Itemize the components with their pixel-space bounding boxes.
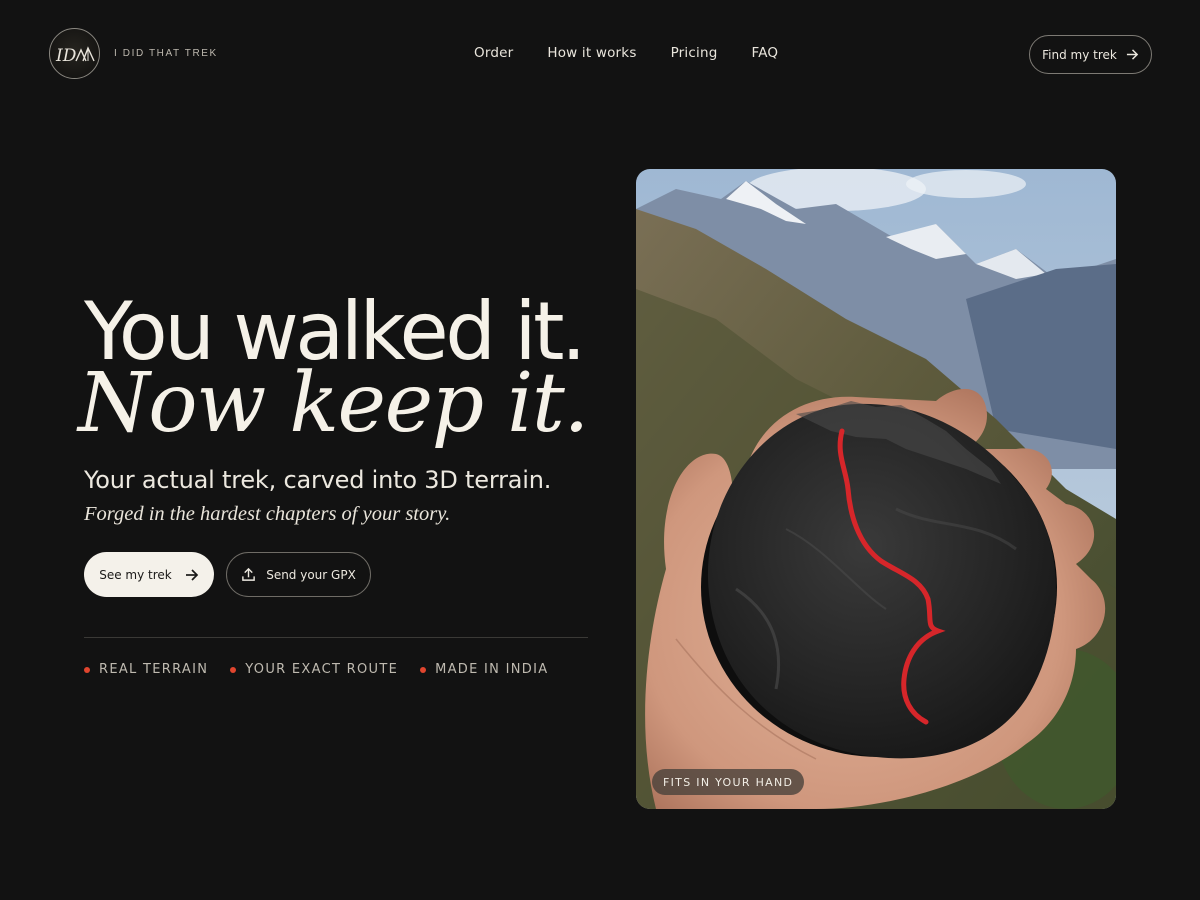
- see-my-trek-button[interactable]: See my trek: [84, 552, 214, 597]
- upload-icon: [242, 567, 256, 581]
- bullet-dot-icon: [420, 666, 427, 673]
- mountain-logo-icon: ID: [55, 46, 95, 66]
- feature-item: MADE IN INDIA: [420, 662, 548, 677]
- find-my-trek-label: Find my trek: [1042, 47, 1117, 62]
- feature-list: REAL TERRAIN YOUR EXACT ROUTE MADE IN IN…: [84, 662, 548, 677]
- hero-title-italic: Now keep it.: [78, 356, 589, 451]
- feature-item: REAL TERRAIN: [84, 662, 208, 677]
- brand-logo[interactable]: ID I DID THAT TREK: [49, 28, 218, 79]
- nav-pricing[interactable]: Pricing: [671, 45, 718, 61]
- photo-badge: FITS IN YOUR HAND: [652, 769, 805, 795]
- main-nav: Order How it works Pricing FAQ: [474, 45, 778, 61]
- bullet-dot-icon: [230, 666, 237, 673]
- send-gpx-button[interactable]: Send your GPX: [226, 552, 371, 597]
- find-my-trek-button[interactable]: Find my trek: [1029, 35, 1152, 74]
- send-gpx-label: Send your GPX: [266, 567, 356, 582]
- hero-divider: [84, 637, 588, 638]
- feature-label: REAL TERRAIN: [99, 662, 209, 677]
- logo-mark: ID: [49, 28, 100, 79]
- feature-label: YOUR EXACT ROUTE: [245, 662, 399, 677]
- bullet-dot-icon: [84, 666, 90, 673]
- nav-order[interactable]: Order: [474, 45, 513, 61]
- see-my-trek-label: See my trek: [99, 567, 172, 582]
- site-header: ID I DID THAT TREK Order How it works Pr…: [0, 0, 1200, 108]
- nav-how-it-works[interactable]: How it works: [547, 45, 636, 61]
- svg-text:ID: ID: [55, 46, 77, 66]
- hero-subtitle: Your actual trek, carved into 3D terrain…: [84, 466, 552, 494]
- hero-tagline: Forged in the hardest chapters of your s…: [84, 503, 451, 525]
- feature-label: MADE IN INDIA: [435, 662, 549, 677]
- brand-name: I DID THAT TREK: [114, 48, 218, 59]
- arrow-right-icon: [1126, 49, 1139, 60]
- arrow-right-icon: [185, 568, 198, 581]
- nav-faq[interactable]: FAQ: [751, 45, 778, 61]
- feature-item: YOUR EXACT ROUTE: [230, 662, 398, 677]
- hand-holding-terrain-model-image: [636, 169, 1116, 809]
- hero-photo: FITS IN YOUR HAND: [636, 169, 1116, 809]
